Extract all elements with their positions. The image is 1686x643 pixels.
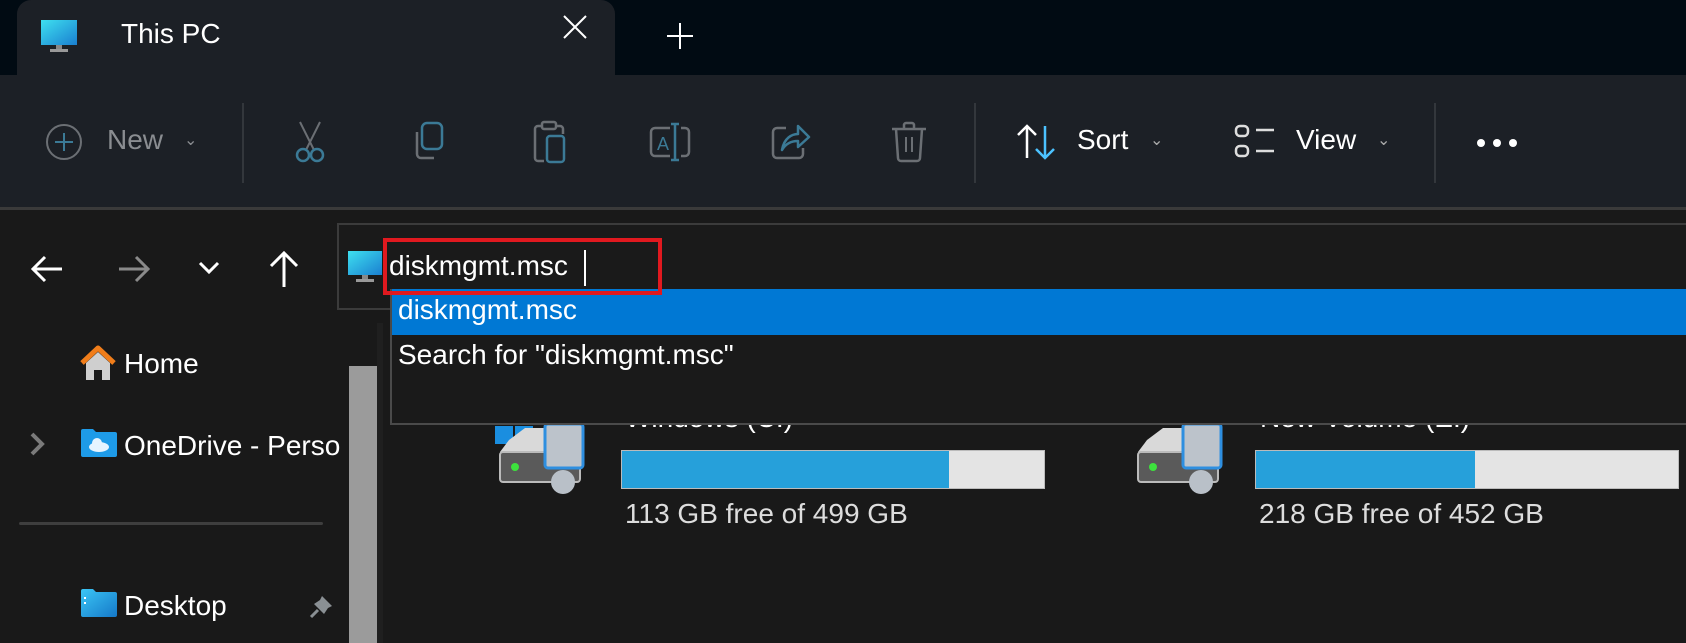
sort-arrows-icon	[1017, 124, 1055, 160]
more-dots-icon	[1477, 139, 1517, 147]
monitor-icon	[41, 20, 77, 52]
copy-icon	[415, 121, 444, 160]
new-button[interactable]: New ⌄	[44, 118, 204, 168]
toolbar-divider	[1434, 103, 1436, 183]
forward-button[interactable]	[117, 252, 151, 286]
drive-free-space: 218 GB free of 452 GB	[1259, 498, 1544, 529]
plus-icon	[667, 23, 693, 49]
recent-locations-button[interactable]	[197, 258, 221, 278]
arrow-up-icon	[269, 250, 299, 287]
tab-title: This PC	[121, 18, 221, 49]
copy-button[interactable]	[408, 120, 452, 164]
view-list-icon	[1234, 124, 1274, 158]
home-icon	[80, 345, 116, 380]
sidebar-scrollbar-track[interactable]	[377, 323, 383, 643]
autocomplete-item-label: diskmgmt.msc	[398, 294, 577, 325]
sidebar-item-label: OneDrive - Perso	[124, 430, 340, 461]
pin-icon[interactable]	[308, 592, 336, 620]
sidebar-scrollbar-thumb[interactable]	[349, 366, 377, 643]
cut-button[interactable]	[288, 120, 332, 164]
close-tab-button[interactable]	[562, 14, 588, 46]
more-options-button[interactable]	[1474, 128, 1520, 158]
rename-button[interactable]: A	[648, 120, 692, 164]
paste-button[interactable]	[528, 120, 572, 164]
share-icon	[771, 124, 811, 160]
trash-icon	[892, 121, 926, 163]
svg-text:A: A	[657, 134, 669, 154]
autocomplete-item-search[interactable]: Search for "diskmgmt.msc"	[392, 335, 1686, 381]
chevron-down-icon: ⌄	[1150, 132, 1164, 149]
arrow-right-icon	[119, 255, 151, 283]
back-button[interactable]	[30, 252, 64, 286]
tab-this-pc[interactable]: This PC	[17, 0, 615, 75]
drive-usage-fill	[622, 451, 949, 488]
monitor-icon	[348, 251, 382, 282]
chevron-right-icon	[30, 432, 45, 456]
sort-label: Sort	[1077, 124, 1129, 155]
drive-usage-bar	[1255, 450, 1679, 489]
toolbar-divider	[974, 103, 976, 183]
delete-button[interactable]	[887, 120, 931, 164]
desktop-folder-icon	[81, 589, 117, 617]
add-circle-icon	[46, 124, 82, 160]
new-label: New	[107, 124, 164, 155]
sidebar-item-home[interactable]: Home	[78, 342, 338, 388]
highlight-annotation-box	[383, 238, 662, 295]
chevron-down-icon	[198, 261, 220, 275]
arrow-left-icon	[30, 255, 62, 283]
autocomplete-item-selected[interactable]: diskmgmt.msc	[392, 289, 1686, 335]
new-tab-button[interactable]	[666, 22, 694, 55]
rename-icon: A	[649, 122, 691, 162]
drive-usage-fill	[1256, 451, 1475, 488]
scissors-icon	[295, 121, 325, 163]
autocomplete-item-label: Search for "diskmgmt.msc"	[398, 339, 734, 370]
share-button[interactable]	[768, 120, 812, 164]
view-button[interactable]: View ⌄	[1234, 118, 1394, 168]
toolbar-divider	[242, 103, 244, 183]
up-button[interactable]	[267, 250, 301, 288]
sidebar-item-onedrive[interactable]: OneDrive - Perso	[80, 424, 340, 470]
paste-icon	[533, 120, 566, 164]
chevron-down-icon: ⌄	[184, 132, 198, 149]
expand-onedrive-button[interactable]	[28, 430, 48, 458]
sidebar-item-desktop[interactable]: Desktop	[80, 584, 340, 630]
autocomplete-dropdown: diskmgmt.msc Search for "diskmgmt.msc"	[390, 289, 1686, 425]
sidebar-item-label: Home	[124, 348, 199, 379]
drive-free-space: 113 GB free of 499 GB	[625, 498, 908, 529]
drive-item-c[interactable]: Windows (C:) 113 GB free of 499 GB	[495, 410, 1055, 530]
sort-button[interactable]: Sort ⌄	[1015, 118, 1175, 168]
onedrive-folder-icon	[81, 429, 117, 457]
drive-item-e[interactable]: New Volume (E:) 218 GB free of 452 GB	[1133, 410, 1686, 530]
close-icon	[563, 15, 587, 39]
sidebar-divider	[19, 522, 323, 525]
chevron-down-icon: ⌄	[1377, 132, 1391, 149]
view-label: View	[1296, 124, 1357, 155]
drive-usage-bar	[621, 450, 1045, 489]
sidebar-item-label: Desktop	[124, 590, 227, 621]
